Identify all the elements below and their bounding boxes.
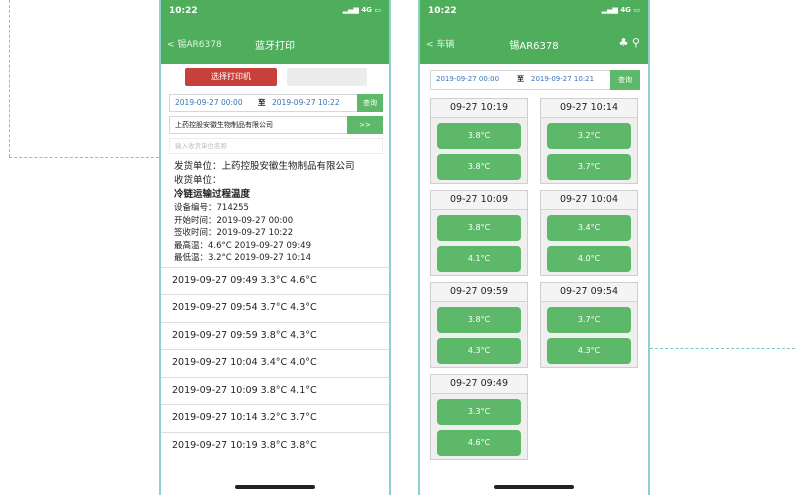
status-bar: 10:22 ▂▄▆ 4G ▭ bbox=[169, 6, 381, 20]
query-button[interactable]: 查询 bbox=[357, 94, 383, 112]
receiver-input[interactable]: 输入收货单位名称 bbox=[169, 138, 383, 154]
shipment-info: 发货单位：上药控股安徽生物制品有限公司 收货单位： 冷链运输过程温度 设备编号：… bbox=[161, 154, 389, 265]
temperature-card[interactable]: 09-27 09:59 3.8°C 4.3°C bbox=[430, 282, 528, 368]
temp-value: 4.0°C bbox=[547, 246, 631, 272]
max-temp-line: 最高温：4.6°C 2019-09-27 09:49 bbox=[174, 240, 312, 251]
end-date-input[interactable]: 2019-09-27 10:21 bbox=[531, 75, 594, 83]
phone-screen-vehicle-temps: 10:22 ▂▄▆ 4G ▭ < 车辆 锡AR6378 ♣ ⚲ 2019-09-… bbox=[418, 0, 650, 495]
temp-value: 4.3°C bbox=[437, 338, 521, 364]
date-separator: 至 bbox=[258, 98, 266, 107]
status-bar: 10:22 ▂▄▆ 4G ▭ bbox=[428, 6, 640, 20]
app-header: 10:22 ▂▄▆ 4G ▭ < 车辆 锡AR6378 ♣ ⚲ bbox=[420, 0, 648, 64]
signal-battery-icon: ▂▄▆ 4G ▭ bbox=[601, 6, 640, 14]
status-time: 10:22 bbox=[169, 6, 198, 16]
start-date-input[interactable]: 2019-09-27 00:00 bbox=[175, 98, 243, 107]
connector-line bbox=[9, 0, 10, 157]
card-time: 09-27 09:49 bbox=[431, 375, 527, 394]
home-indicator bbox=[235, 485, 315, 489]
date-separator: 至 bbox=[517, 75, 524, 83]
temp-value: 3.3°C bbox=[437, 399, 521, 425]
date-range-filter: 2019-09-27 00:00 至 2019-09-27 10:21 查询 bbox=[430, 70, 640, 90]
temp-value: 3.4°C bbox=[547, 215, 631, 241]
company-select-button[interactable]: >> bbox=[347, 116, 383, 134]
home-indicator bbox=[494, 485, 574, 489]
temperature-card[interactable]: 09-27 10:09 3.8°C 4.1°C bbox=[430, 190, 528, 276]
app-header: 10:22 ▂▄▆ 4G ▭ < 锡AR6378 蓝牙打印 bbox=[161, 0, 389, 64]
temp-value: 3.8°C bbox=[437, 123, 521, 149]
card-time: 09-27 10:14 bbox=[541, 99, 637, 118]
temp-value: 3.8°C bbox=[437, 215, 521, 241]
temperature-card[interactable]: 09-27 09:54 3.7°C 4.3°C bbox=[540, 282, 638, 368]
list-item: 2019-09-27 10:09 3.8°C 4.1°C bbox=[161, 376, 389, 405]
card-time: 09-27 09:59 bbox=[431, 283, 527, 302]
card-time: 09-27 10:04 bbox=[541, 191, 637, 210]
temp-value: 3.8°C bbox=[437, 307, 521, 333]
temperature-card[interactable]: 09-27 10:04 3.4°C 4.0°C bbox=[540, 190, 638, 276]
page-title: 锡AR6378 bbox=[509, 41, 559, 52]
temp-value: 4.1°C bbox=[437, 246, 521, 272]
connector-line bbox=[9, 157, 159, 158]
list-item: 2019-09-27 09:54 3.7°C 4.3°C bbox=[161, 294, 389, 322]
temp-value: 3.7°C bbox=[547, 154, 631, 180]
sign-time-line: 签收时间：2019-09-27 10:22 bbox=[174, 228, 294, 238]
select-printer-button[interactable]: 选择打印机 bbox=[185, 68, 277, 86]
temp-value: 3.8°C bbox=[437, 154, 521, 180]
signal-battery-icon: ▂▄▆ 4G ▭ bbox=[342, 6, 381, 14]
end-date-input[interactable]: 2019-09-27 10:22 bbox=[272, 98, 340, 107]
card-time: 09-27 10:09 bbox=[431, 191, 527, 210]
connector-line bbox=[650, 348, 795, 349]
status-time: 10:22 bbox=[428, 6, 457, 16]
printer-buttons: 选择打印机 bbox=[161, 64, 389, 90]
query-button[interactable]: 查询 bbox=[610, 70, 640, 90]
nav-bar: < 锡AR6378 蓝牙打印 bbox=[167, 36, 383, 54]
list-item: 2019-09-27 09:49 3.3°C 4.6°C bbox=[161, 266, 389, 295]
card-time: 09-27 09:54 bbox=[541, 283, 637, 302]
nav-bar: < 车辆 锡AR6378 ♣ ⚲ bbox=[426, 36, 642, 54]
section-heading: 冷链运输过程温度 bbox=[174, 189, 251, 200]
list-item: 2019-09-27 10:04 3.4°C 4.0°C bbox=[161, 349, 389, 377]
temp-value: 4.6°C bbox=[437, 430, 521, 456]
min-temp-line: 最低温：3.2°C 2019-09-27 10:14 bbox=[174, 253, 312, 263]
receiver-line: 收货单位： bbox=[174, 175, 222, 186]
list-item: 2019-09-27 10:14 3.2°C 3.7°C bbox=[161, 404, 389, 432]
print-button[interactable] bbox=[287, 68, 367, 86]
card-time: 09-27 10:19 bbox=[431, 99, 527, 118]
temp-value: 3.2°C bbox=[547, 123, 631, 149]
start-time-line: 开始时间：2019-09-27 00:00 bbox=[174, 215, 294, 226]
temp-value: 3.7°C bbox=[547, 307, 631, 333]
company-select: 上药控股安徽生物制品有限公司 >> bbox=[169, 116, 383, 134]
phone-screen-bluetooth-print: 10:22 ▂▄▆ 4G ▭ < 锡AR6378 蓝牙打印 选择打印机 2019… bbox=[159, 0, 391, 495]
date-range-filter: 2019-09-27 00:00 至 2019-09-27 10:22 查询 bbox=[169, 94, 383, 112]
temperature-record-list: 2019-09-27 09:49 3.3°C 4.6°C 2019-09-27 … bbox=[161, 266, 389, 460]
list-item: 2019-09-27 10:19 3.8°C 3.8°C bbox=[161, 431, 389, 460]
start-date-input[interactable]: 2019-09-27 00:00 bbox=[436, 75, 499, 83]
company-name: 上药控股安徽生物制品有限公司 bbox=[175, 121, 273, 129]
temperature-card[interactable]: 09-27 09:49 3.3°C 4.6°C bbox=[430, 374, 528, 460]
temperature-card[interactable]: 09-27 10:14 3.2°C 3.7°C bbox=[540, 98, 638, 184]
truck-location-icon[interactable]: ♣ ⚲ bbox=[619, 36, 640, 49]
page-title: 蓝牙打印 bbox=[255, 41, 295, 52]
temperature-card[interactable]: 09-27 10:19 3.8°C 3.8°C bbox=[430, 98, 528, 184]
list-item: 2019-09-27 09:59 3.8°C 4.3°C bbox=[161, 321, 389, 350]
device-line: 设备编号：714255 bbox=[174, 203, 249, 213]
shipper-line: 发货单位：上药控股安徽生物制品有限公司 bbox=[174, 161, 355, 172]
temp-value: 4.3°C bbox=[547, 338, 631, 364]
